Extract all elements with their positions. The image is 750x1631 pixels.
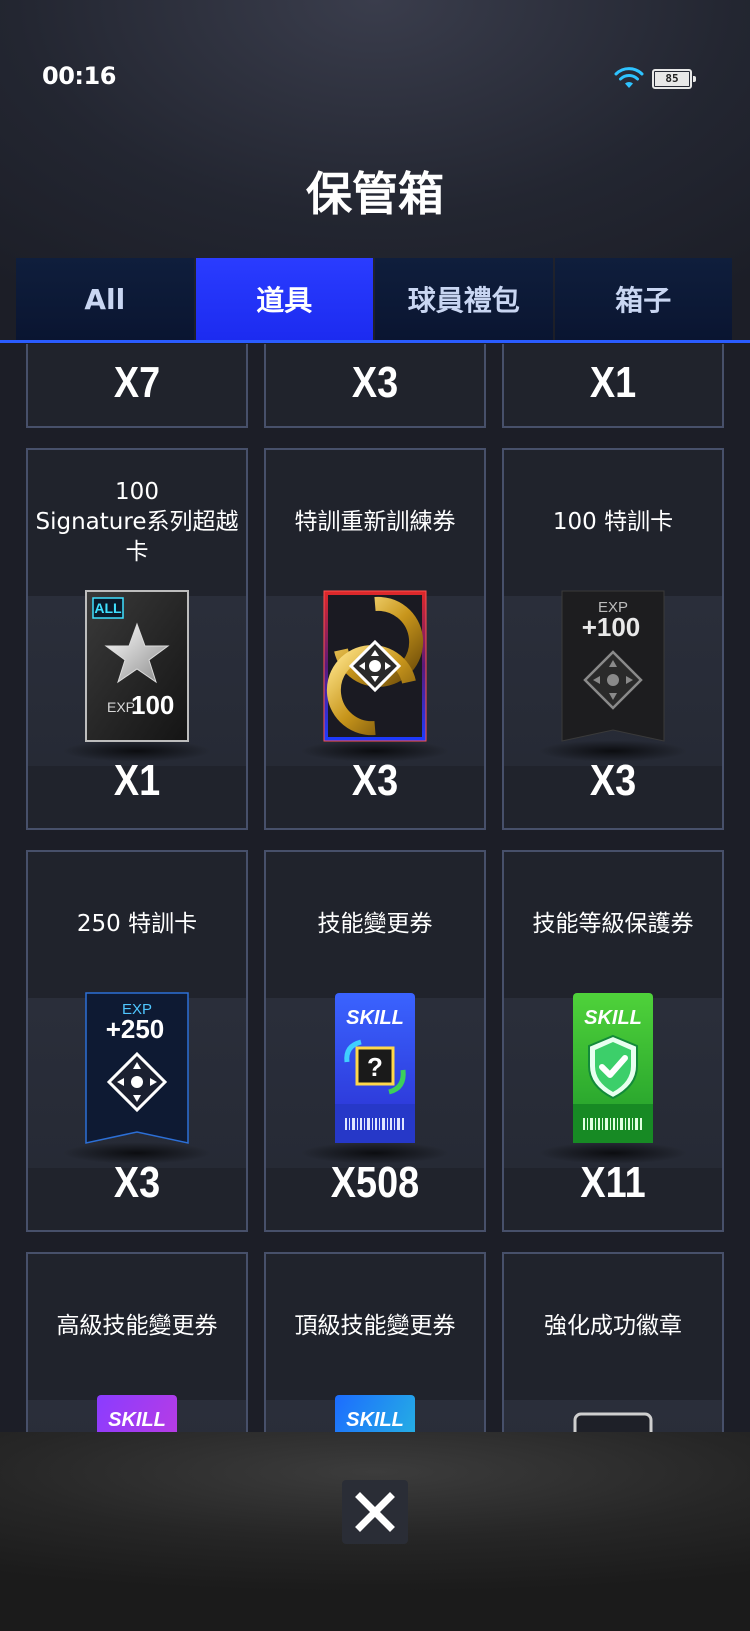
item-quantity: X3 [351,358,399,407]
wifi-icon [614,67,644,88]
item-name: 100 Signature系列超越卡 [35,479,239,565]
item-name: 高級技能變更券 [56,1313,218,1339]
tab-underline [0,340,750,343]
item-name: 100 特訓卡 [552,509,674,535]
signature-card-icon: ALL EXP 100 [85,590,189,742]
item-name: 技能等級保護券 [532,911,694,937]
retrain-ticket-icon [323,590,427,742]
advanced-skill-ticket-icon: SKILL [97,1395,177,1434]
card-skill-label: SKILL [346,1007,404,1029]
training-card-100-icon: EXP +100 [561,590,665,742]
item-quantity: X3 [351,756,399,805]
item-quantity: X11 [580,1158,646,1207]
tab-player-packs[interactable]: 球員禮包 [375,258,553,340]
item-card[interactable]: 250 特訓卡 EXP +250 X3 [26,850,248,1232]
item-quantity: X508 [330,1158,420,1207]
tab-all[interactable]: All [16,258,194,340]
item-quantity: X3 [113,1158,161,1207]
item-quantity: X1 [589,358,637,407]
item-name: 頂級技能變更券 [294,1313,456,1339]
item-card[interactable]: X1 [502,344,724,428]
item-quantity: X1 [113,756,161,805]
item-card[interactable]: 頂級技能變更券 SKILL [264,1252,486,1434]
item-card[interactable]: X3 [264,344,486,428]
item-grid-viewport[interactable]: X7 X3 X1 100 Signature系列超越卡 ALL EXP 100 … [0,344,750,1434]
card-badge: ALL [94,600,122,616]
card-skill-label: SKILL [108,1409,166,1431]
app-root: 00:16 85 保管箱 All 道具 球員禮包 箱子 X7 X3 X1 100… [0,0,750,1631]
tab-items[interactable]: 道具 [195,258,373,340]
item-quantity: X3 [589,756,637,805]
item-card[interactable]: 特訓重新訓練券 X3 [264,448,486,830]
item-name: 250 特訓卡 [76,911,198,937]
svg-text:?: ? [367,1052,383,1082]
item-card[interactable]: 技能等級保護券 SKILL X11 [502,850,724,1232]
tab-bar: All 道具 球員禮包 箱子 [16,258,732,342]
card-skill-label: SKILL [584,1007,642,1029]
enhance-badge-icon [573,1412,653,1434]
top-skill-ticket-icon: SKILL [335,1395,415,1434]
item-card[interactable]: 強化成功徽章 [502,1252,724,1434]
status-time: 00:16 [42,62,116,90]
close-button[interactable] [342,1480,408,1544]
skill-protect-ticket-icon: SKILL [573,993,653,1143]
card-exp-value: +100 [582,612,641,642]
item-card[interactable]: 100 特訓卡 EXP +100 X3 [502,448,724,830]
card-exp-value: 100 [131,690,174,720]
card-skill-label: SKILL [346,1409,404,1431]
page-title: 保管箱 [306,167,444,221]
item-card[interactable]: 技能變更券 SKILL ? X508 [264,850,486,1232]
item-name: 技能變更券 [317,911,433,937]
item-name: 強化成功徽章 [544,1313,682,1339]
tab-boxes[interactable]: 箱子 [554,258,732,340]
status-bar: 00:16 85 [0,0,750,160]
item-card[interactable]: 100 Signature系列超越卡 ALL EXP 100 X1 [26,448,248,830]
item-quantity: X7 [113,358,161,407]
training-card-250-icon: EXP +250 [85,992,189,1144]
card-exp-value: +250 [106,1014,165,1044]
skill-change-ticket-icon: SKILL ? [335,993,415,1143]
item-card[interactable]: 高級技能變更券 SKILL [26,1252,248,1434]
battery-level: 85 [655,72,689,86]
close-icon [355,1492,395,1532]
item-name: 特訓重新訓練券 [294,509,456,535]
battery-icon: 85 [652,69,696,89]
item-card[interactable]: X7 [26,344,248,428]
item-grid: X7 X3 X1 100 Signature系列超越卡 ALL EXP 100 … [26,344,724,1434]
